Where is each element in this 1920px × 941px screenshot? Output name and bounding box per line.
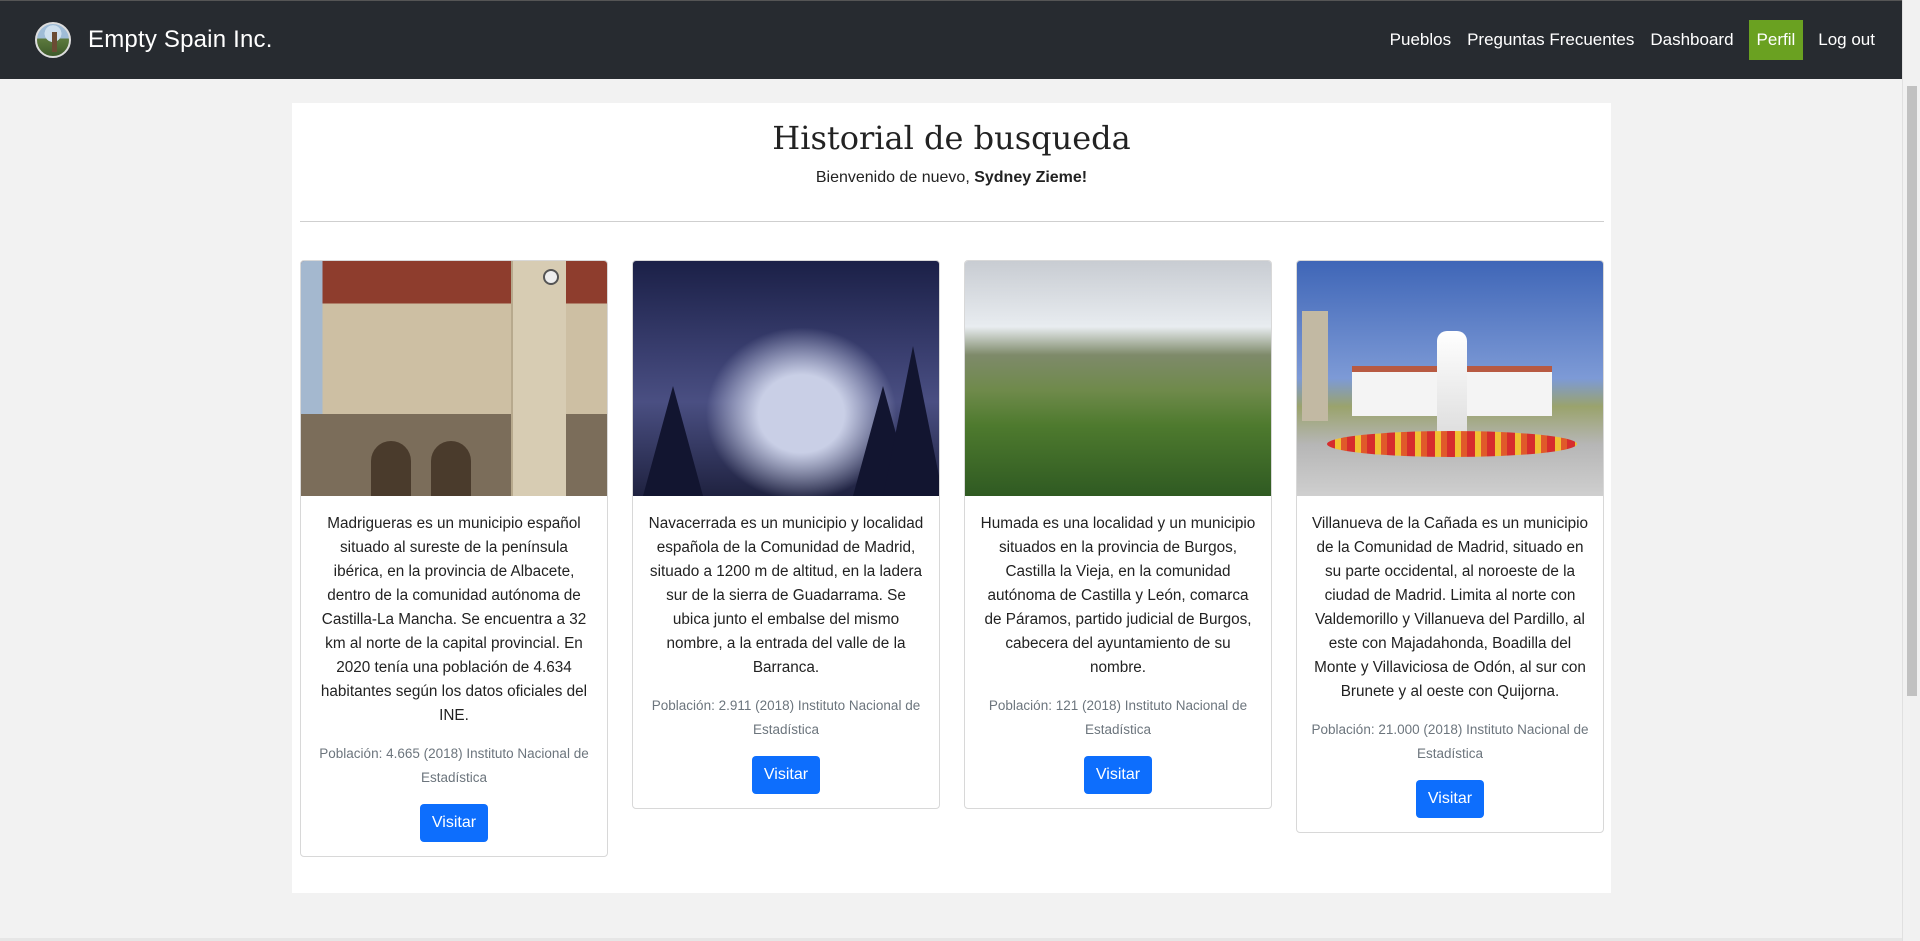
nav-link-dashboard[interactable]: Dashboard: [1642, 20, 1741, 60]
top-navbar: Empty Spain Inc. Pueblos Preguntas Frecu…: [0, 0, 1902, 79]
brand-name: Empty Spain Inc.: [88, 26, 273, 53]
town-description: Navacerrada es un municipio y localidad …: [648, 515, 924, 676]
nav-links: Pueblos Preguntas Frecuentes Dashboard P…: [1382, 1, 1883, 79]
town-card: Madrigueras es un municipio español situ…: [300, 260, 608, 857]
user-name: Sydney Zieme!: [974, 169, 1088, 186]
town-description: Madrigueras es un municipio español situ…: [320, 515, 588, 724]
nav-link-preguntas-frecuentes[interactable]: Preguntas Frecuentes: [1459, 20, 1642, 60]
town-square-fountain-photo: [1297, 261, 1603, 496]
town-population: Población: 21.000 (2018) Instituto Nacio…: [1311, 722, 1589, 761]
green-valley-landscape-photo: [965, 261, 1271, 496]
welcome-prefix: Bienvenido de nuevo,: [815, 169, 975, 186]
visit-button[interactable]: Visitar: [419, 804, 489, 842]
nav-link-log-out[interactable]: Log out: [1810, 20, 1883, 60]
town-population: Población: 121 (2018) Instituto Nacional…: [988, 698, 1248, 737]
welcome-message: Bienvenido de nuevo, Sydney Zieme!: [292, 169, 1611, 187]
town-description: Humada es una localidad y un municipio s…: [980, 515, 1256, 676]
town-population: Población: 2.911 (2018) Instituto Nacion…: [651, 698, 921, 737]
town-description: Villanueva de la Cañada es un municipio …: [1311, 515, 1589, 700]
brand[interactable]: Empty Spain Inc.: [35, 22, 273, 58]
visit-button[interactable]: Visitar: [1415, 780, 1485, 818]
snowy-village-night-photo: [633, 261, 939, 496]
nav-link-perfil[interactable]: Perfil: [1748, 20, 1804, 60]
brand-logo-icon: [35, 22, 71, 58]
visit-button[interactable]: Visitar: [751, 756, 821, 794]
town-card: Navacerrada es un municipio y localidad …: [632, 260, 940, 809]
page-title: Historial de busqueda: [772, 119, 1131, 157]
town-population: Población: 4.665 (2018) Instituto Nacion…: [319, 746, 589, 785]
nav-link-pueblos[interactable]: Pueblos: [1382, 20, 1459, 60]
vertical-scrollbar[interactable]: [1902, 0, 1920, 941]
town-hall-clock-tower-photo: [301, 261, 607, 496]
visit-button[interactable]: Visitar: [1083, 756, 1153, 794]
divider: [300, 221, 1604, 222]
town-card: Villanueva de la Cañada es un municipio …: [1296, 260, 1604, 833]
town-card: Humada es una localidad y un municipio s…: [964, 260, 1272, 809]
scrollbar-thumb[interactable]: [1907, 86, 1917, 696]
search-history-panel: Historial de busqueda Bienvenido de nuev…: [292, 103, 1611, 893]
